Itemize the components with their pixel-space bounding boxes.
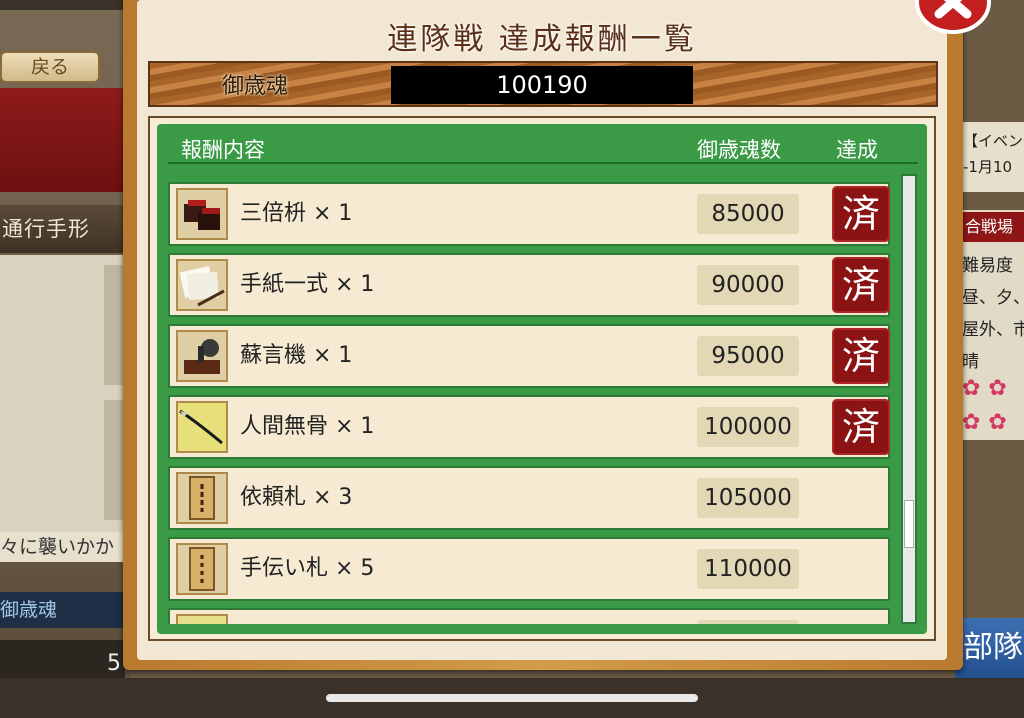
- background-parchment: [0, 255, 125, 555]
- reward-required-count-partial: [697, 620, 799, 624]
- list-scroll-thumb[interactable]: [904, 500, 914, 548]
- soul-caption: 御歳魂: [222, 74, 289, 99]
- reward-name: 人間無骨 × 1: [240, 414, 375, 439]
- event-info: 【イベン -1月10: [955, 122, 1024, 192]
- unit-button[interactable]: 部隊: [955, 618, 1024, 678]
- achieved-stamp: 済: [832, 186, 890, 242]
- reward-row-partial[interactable]: [168, 608, 890, 624]
- achieved-stamp: 済: [832, 257, 890, 313]
- reward-required-count: 85000: [697, 194, 799, 234]
- reward-required-count: 90000: [697, 265, 799, 305]
- battle-info-line: 昼、夕、: [962, 288, 1024, 308]
- achieved-stamp: 済: [832, 399, 890, 455]
- reward-row[interactable]: 三倍枡 × 1 85000 済: [168, 182, 890, 246]
- reward-required-count: 110000: [697, 549, 799, 589]
- reward-name: 蘇言機 × 1: [240, 343, 353, 368]
- story-text: 々に襲いかか: [0, 532, 125, 562]
- event-title: 【イベン: [963, 132, 1024, 150]
- background-red-panel: [0, 88, 125, 192]
- battle-info-lines: 難易度 昼、夕、 屋外、市 晴: [962, 250, 1024, 378]
- event-date: -1月10: [963, 158, 1013, 176]
- reward-name: 手伝い札 × 5: [240, 556, 375, 581]
- back-button[interactable]: 戻る: [0, 51, 100, 83]
- reward-item-icon: [176, 614, 228, 624]
- soul-value: 100190: [391, 66, 693, 104]
- battle-info-line: 屋外、市: [962, 320, 1024, 340]
- battle-heading: 合戦場: [955, 212, 1024, 242]
- masu-box-icon: [176, 188, 228, 240]
- reward-name: 依頼札 × 3: [240, 485, 353, 510]
- reward-row[interactable]: 手紙一式 × 1 90000 済: [168, 253, 890, 317]
- background-top-bar: [0, 0, 125, 10]
- close-x-icon[interactable]: [915, 0, 991, 34]
- header-achieved: 達成: [836, 138, 878, 162]
- reward-required-count: 95000: [697, 336, 799, 376]
- request-tag-icon: [176, 472, 228, 524]
- phonograph-icon: [176, 330, 228, 382]
- difficulty-stars-icon: ✿✿ ✿✿: [962, 376, 1015, 435]
- reward-row[interactable]: 依頼札 × 3 105000: [168, 466, 890, 530]
- battle-info-line: 難易度: [962, 256, 1013, 276]
- reward-row[interactable]: 蘇言機 × 1 95000 済: [168, 324, 890, 388]
- reward-list[interactable]: 三倍枡 × 1 85000 済 手紙一式 × 1 90000 済 蘇言機 × 1…: [165, 172, 895, 624]
- header-divider: [168, 162, 918, 164]
- reward-name: 三倍枡 × 1: [240, 201, 353, 226]
- reward-name: 手紙一式 × 1: [240, 272, 375, 297]
- header-reward-content: 報酬内容: [181, 138, 265, 162]
- list-scrollbar[interactable]: [901, 174, 917, 624]
- background-slot: [104, 265, 124, 385]
- reward-row[interactable]: 人間無骨 × 1 100000 済: [168, 395, 890, 459]
- background-slot: [104, 400, 124, 520]
- achieved-stamp: 済: [832, 328, 890, 384]
- help-tag-icon: [176, 543, 228, 595]
- background-soul-label: 御歳魂: [0, 592, 125, 628]
- reward-row[interactable]: 手伝い札 × 5 110000: [168, 537, 890, 601]
- dialog-title: 連隊戦 達成報酬一覧: [387, 22, 697, 57]
- pass-label: 通行手形: [0, 205, 125, 253]
- reward-required-count: 105000: [697, 478, 799, 518]
- header-soul-count: 御歳魂数: [697, 138, 781, 162]
- letter-set-icon: [176, 259, 228, 311]
- home-indicator[interactable]: [326, 694, 698, 702]
- reward-required-count: 100000: [697, 407, 799, 447]
- spear-icon: [176, 401, 228, 453]
